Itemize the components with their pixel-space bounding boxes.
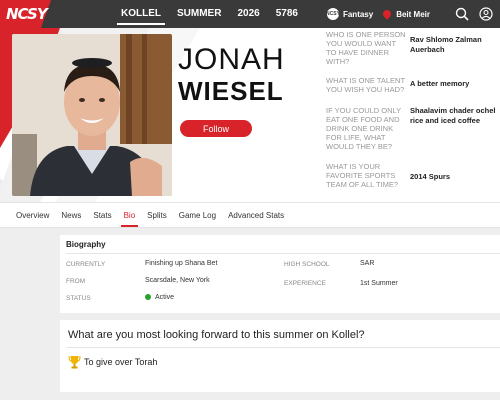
qa-question: IF YOU COULD ONLY EAT ONE FOOD AND DRINK…: [326, 106, 402, 151]
status-active-icon: [145, 294, 151, 300]
subnav-news[interactable]: News: [55, 203, 87, 227]
question-title: What are you most looking forward to thi…: [68, 329, 365, 341]
nav-tabs: KOLLEL SUMMER 2026 5786: [113, 0, 306, 28]
status-label: STATUS: [66, 295, 91, 302]
status-value: Active: [155, 294, 175, 301]
player-subnav: Overview News Stats Bio Splits Game Log …: [0, 202, 500, 228]
player-hero: JONAH WIESEL Follow WHO IS ONE PERSON YO…: [0, 28, 500, 202]
fantasy-link[interactable]: NCSY Fantasy: [326, 8, 374, 20]
trophy-icon: [68, 356, 81, 369]
tab-5786[interactable]: 5786: [268, 0, 306, 28]
nav-right: NCSY Fantasy Beit Meir: [326, 0, 500, 28]
from-value: Scarsdale, New York: [145, 277, 210, 284]
subnav-bio[interactable]: Bio: [118, 203, 142, 227]
experience-value: 1st Summer: [360, 280, 398, 287]
high-school-label: HIGH SCHOOL: [284, 261, 330, 268]
subnav-overview[interactable]: Overview: [10, 203, 55, 227]
follow-button[interactable]: Follow: [180, 120, 252, 137]
qa-question: WHO IS ONE PERSON YOU WOULD WANT TO HAVE…: [326, 30, 406, 66]
status-value-wrap: Active: [145, 294, 174, 301]
search-icon: [455, 7, 469, 21]
tab-2026[interactable]: 2026: [229, 0, 267, 28]
fantasy-badge-icon: NCSY: [326, 8, 340, 20]
fantasy-label: Fantasy: [342, 9, 374, 19]
ncsy-logo[interactable]: NCSY: [0, 0, 56, 28]
subnav-stats[interactable]: Stats: [87, 203, 117, 227]
experience-label: EXPERIENCE: [284, 280, 326, 287]
divider: [66, 347, 500, 348]
subnav-game-log[interactable]: Game Log: [173, 203, 222, 227]
currently-label: CURRENTLY: [66, 261, 106, 268]
top-nav: NCSY KOLLEL SUMMER 2026 5786 NCSY Fantas…: [0, 0, 500, 28]
subnav-splits[interactable]: Splits: [141, 203, 173, 227]
player-photo: [12, 34, 172, 196]
account-icon: [479, 7, 493, 21]
currently-value: Finishing up Shana Bet: [145, 260, 218, 267]
qa-answer: Rav Shlomo Zalman Auerbach: [410, 35, 482, 54]
qa-question: WHAT IS ONE TALENT YOU WISH YOU HAD?: [326, 76, 405, 94]
biography-title: Biography: [66, 240, 106, 249]
question-answer: To give over Torah: [84, 357, 158, 367]
location-selector[interactable]: Beit Meir: [381, 8, 430, 20]
high-school-value: SAR: [360, 260, 375, 267]
from-label: FROM: [66, 278, 86, 285]
summer-question-card: What are you most looking forward to thi…: [60, 320, 500, 392]
location-pin-icon: [381, 8, 393, 20]
divider: [66, 253, 500, 254]
player-last-name: WIESEL: [178, 76, 284, 106]
logo-text: NCSY: [6, 5, 48, 23]
biography-card: Biography CURRENTLY Finishing up Shana B…: [60, 235, 500, 313]
location-label: Beit Meir: [396, 9, 430, 19]
tab-kollel[interactable]: KOLLEL: [113, 0, 169, 28]
qa-answer: 2014 Spurs: [410, 172, 451, 181]
player-portrait: [12, 34, 172, 196]
account-button[interactable]: [476, 0, 496, 28]
search-button[interactable]: [452, 0, 472, 28]
player-first-name: JONAH: [178, 43, 285, 76]
subnav-advanced-stats[interactable]: Advanced Stats: [222, 203, 290, 227]
qa-question: WHAT IS YOUR FAVORITE SPORTS TEAM OF ALL…: [326, 162, 399, 189]
tab-summer[interactable]: SUMMER: [169, 0, 229, 28]
qa-answer: A better memory: [410, 79, 470, 88]
qa-answer: Shaalavim chader ochel rice and iced cof…: [410, 106, 496, 125]
